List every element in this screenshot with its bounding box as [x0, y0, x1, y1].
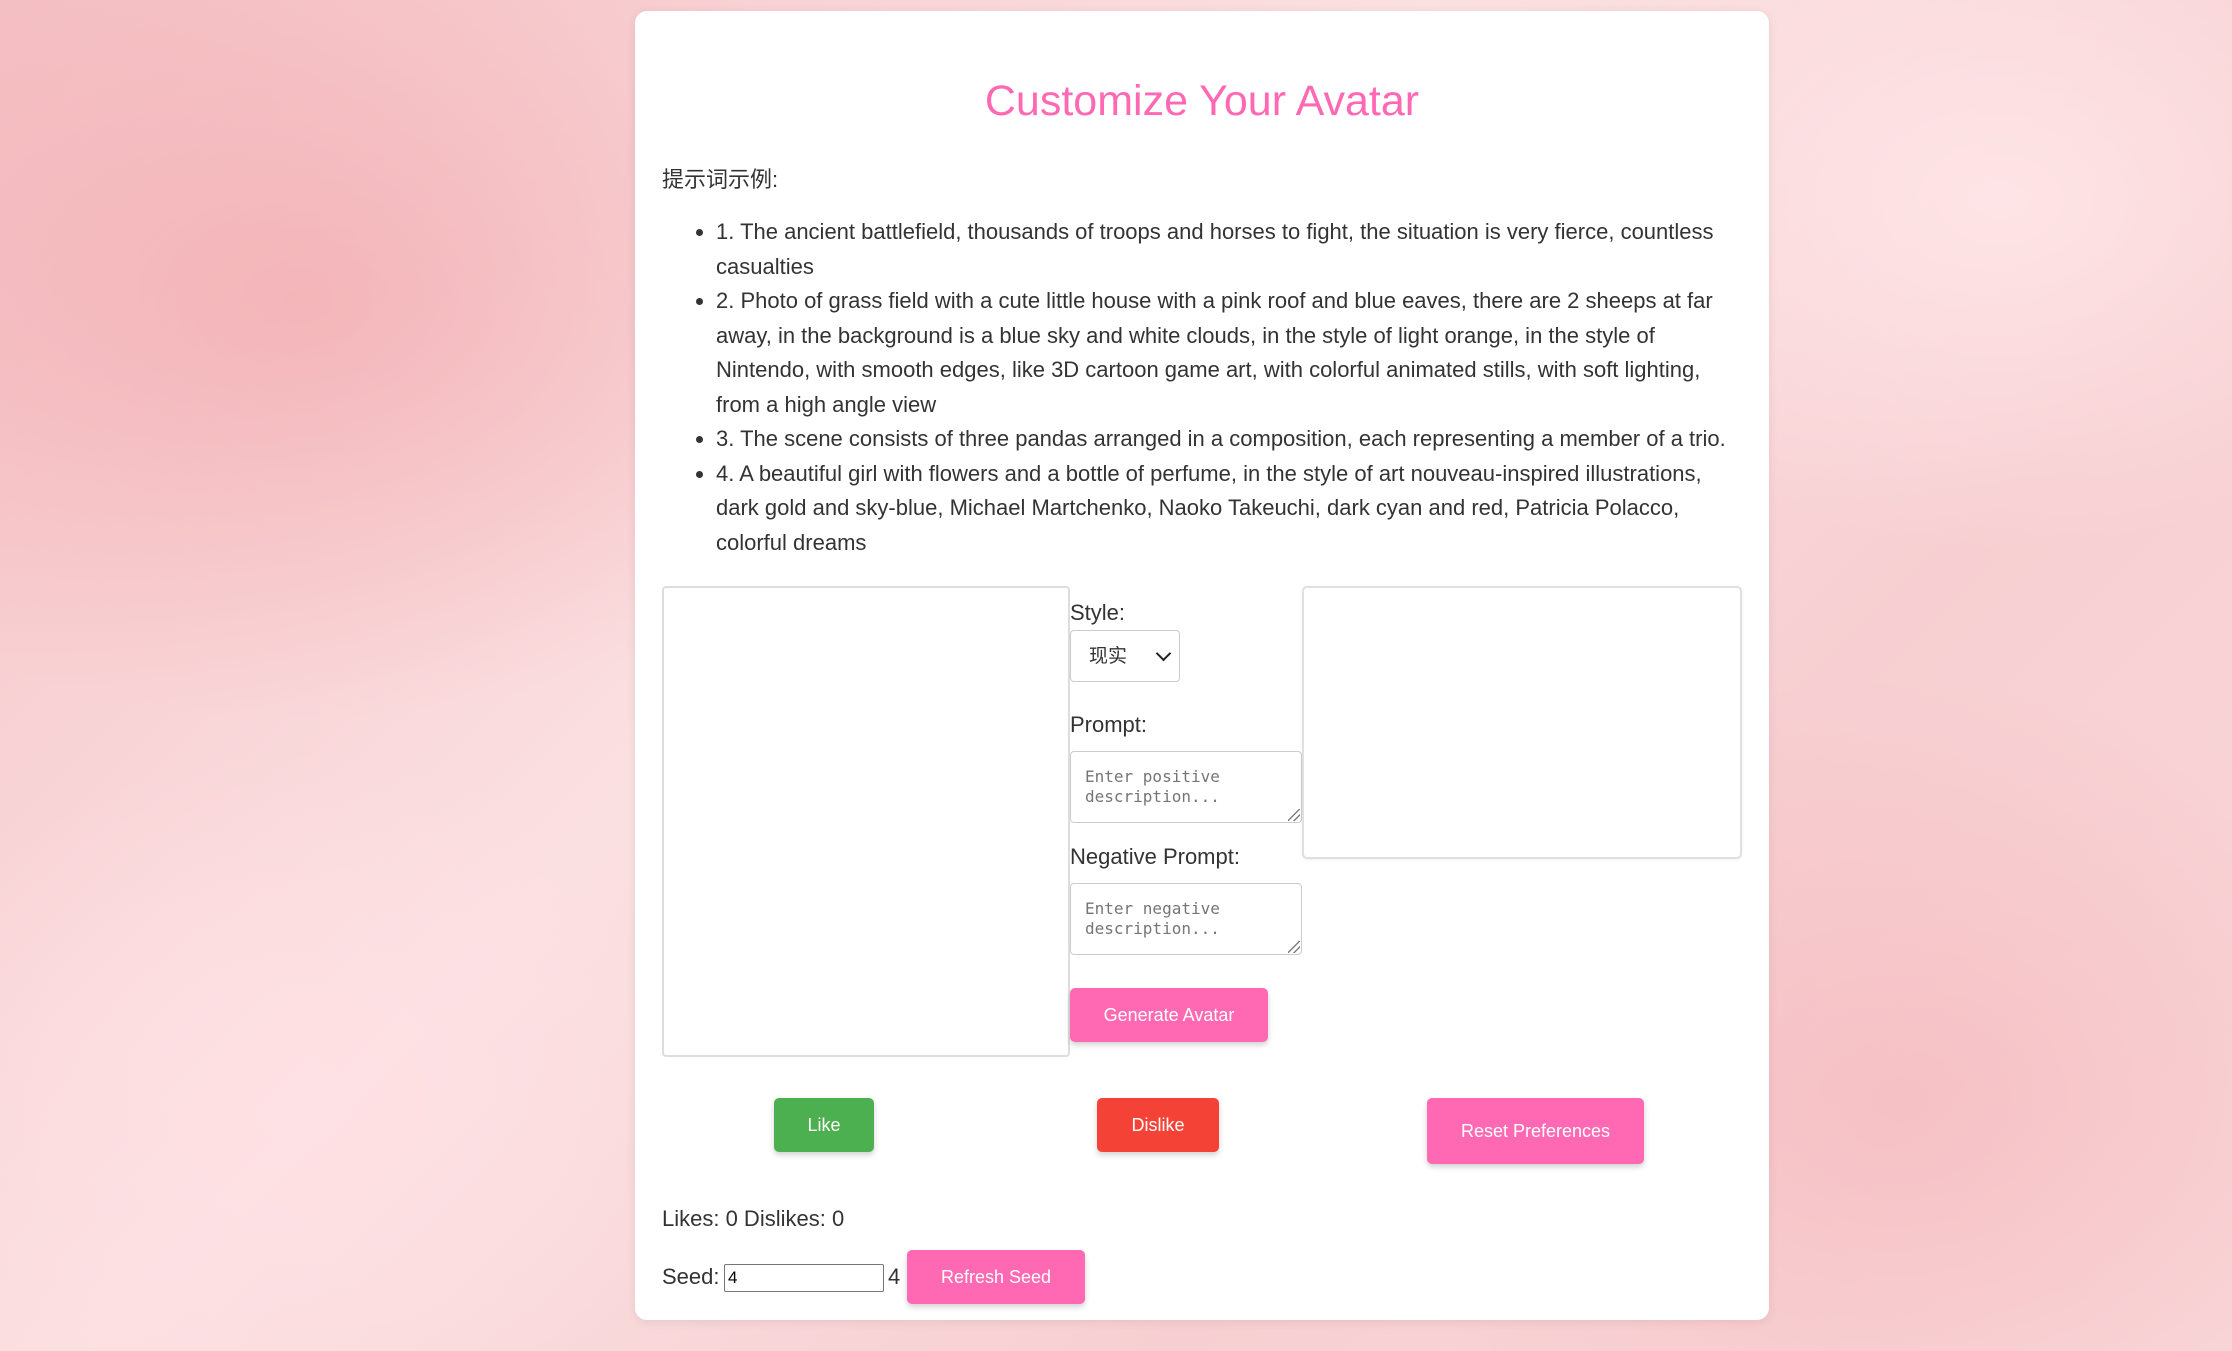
feedback-stats: Likes: 0 Dislikes: 0 — [662, 1206, 845, 1231]
seed-value: 4 — [888, 1264, 901, 1289]
style-label: Style: — [1070, 600, 1126, 625]
negative-prompt-field-wrap — [1070, 883, 1302, 955]
seed-input[interactable] — [724, 1264, 884, 1292]
example-item: 4. A beautiful girl with flowers and a b… — [716, 457, 1742, 561]
examples-list: 1. The ancient battlefield, thousands of… — [662, 215, 1742, 560]
prompt-field-wrap — [1070, 751, 1302, 823]
prompt-label: Prompt: — [1070, 712, 1148, 737]
prompt-input[interactable] — [1070, 751, 1302, 823]
dislike-button[interactable]: Dislike — [1097, 1098, 1219, 1152]
style-select-value: 现实 — [1089, 645, 1128, 667]
negative-prompt-input[interactable] — [1070, 883, 1302, 955]
example-item: 3. The scene consists of three pandas ar… — [716, 422, 1742, 457]
like-button[interactable]: Like — [774, 1098, 874, 1152]
seed-row: Seed: 4 Refresh Seed — [662, 1249, 1262, 1305]
avatar-preview-box — [1302, 586, 1742, 859]
workspace: Style: 现实 Prompt: Negative Prompt: Gener… — [662, 586, 1742, 1086]
example-item: 1. The ancient battlefield, thousands of… — [716, 215, 1742, 284]
seed-label: Seed: — [662, 1264, 720, 1289]
avatar-card: Customize Your Avatar 提示词示例: 1. The anci… — [635, 11, 1769, 1320]
reset-preferences-button[interactable]: Reset Preferences — [1427, 1098, 1644, 1164]
chevron-down-icon — [1155, 645, 1172, 662]
style-select[interactable]: 现实 — [1070, 630, 1180, 682]
avatar-image-box — [662, 586, 1070, 1057]
page-title: Customize Your Avatar — [984, 77, 1420, 125]
refresh-seed-button[interactable]: Refresh Seed — [907, 1250, 1085, 1304]
example-item: 2. Photo of grass field with a cute litt… — [716, 284, 1742, 422]
negative-prompt-label: Negative Prompt: — [1070, 844, 1240, 869]
examples-label: 提示词示例: — [662, 167, 779, 192]
generate-avatar-button[interactable]: Generate Avatar — [1070, 988, 1268, 1042]
